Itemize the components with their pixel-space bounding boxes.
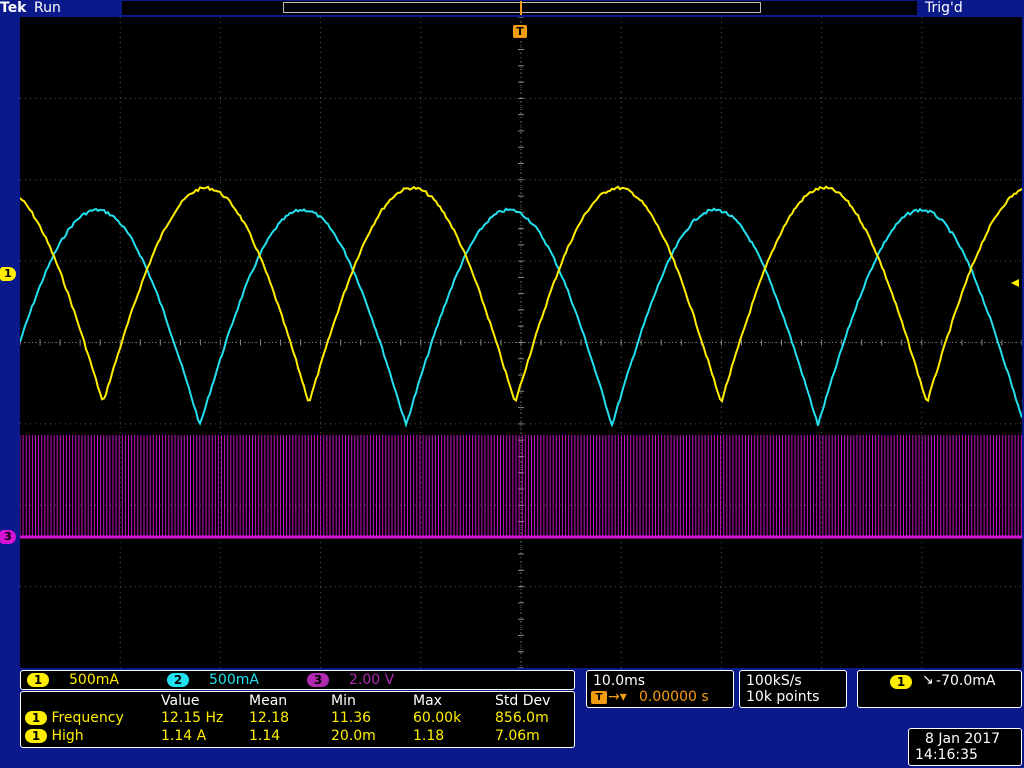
ch2-badge[interactable]: 2 [167, 673, 189, 687]
meas-mean: 12.18 [249, 710, 290, 726]
measurements-panel: Value Mean Min Max Std Dev 1 Frequency 1… [20, 691, 575, 748]
record-length: 10k points [746, 689, 820, 705]
measurement-row-high[interactable]: 1 High 1.14 A 1.14 20.0m 1.18 7.06m [25, 727, 571, 745]
ch1-badge[interactable]: 1 [27, 673, 49, 687]
measurement-row-frequency[interactable]: 1 Frequency 12.15 Hz 12.18 11.36 60.00k … [25, 709, 571, 727]
trigger-status: Trig'd [925, 0, 963, 16]
trigger-position-marker[interactable]: T [513, 25, 527, 38]
trigger-level: -70.0mA [936, 673, 996, 689]
meas-max: 60.00k [413, 710, 462, 726]
trigger-level-arrow-icon [1011, 279, 1019, 287]
acquisition-panel[interactable]: 100kS/s 10k points [739, 670, 847, 708]
meas-source-badge: 1 [25, 729, 47, 743]
waveform-area [20, 185, 1022, 539]
record-view-window[interactable] [283, 2, 761, 13]
status-bar: Tek Run Trig'd [0, 0, 1024, 17]
meas-name: High [51, 728, 84, 744]
ch3-pulse-train [20, 435, 1022, 537]
horizontal-scale: 10.0ms [593, 673, 646, 689]
meas-std: 856.0m [495, 710, 549, 726]
trigger-panel[interactable]: 1 ↘ -70.0mA [857, 670, 1022, 708]
col-mean: Mean [249, 693, 288, 709]
col-value: Value [161, 693, 200, 709]
trigger-delay-icon: T [591, 691, 607, 704]
ch1-trace [20, 185, 1022, 404]
channel-scales-panel: 1 500mA 2 500mA 3 2.00 V [20, 670, 575, 690]
meas-max: 1.18 [413, 728, 445, 744]
meas-std: 7.06m [495, 728, 540, 744]
ch1-scale[interactable]: 500mA [69, 672, 119, 688]
ch3-scale[interactable]: 2.00 V [349, 672, 394, 688]
ch3-ground-marker[interactable]: 3 [0, 530, 16, 544]
delay-arrow-icon: →▾ [608, 689, 627, 705]
meas-mean: 1.14 [249, 728, 281, 744]
datetime-panel: 8 Jan 2017 14:16:35 [908, 728, 1022, 766]
col-std-dev: Std Dev [495, 693, 551, 709]
horizontal-position: 0.00000 s [639, 689, 709, 705]
meas-source-badge: 1 [25, 711, 47, 725]
ch1-ground-marker[interactable]: 1 [0, 267, 16, 281]
meas-min: 11.36 [331, 710, 372, 726]
trigger-source-badge: 1 [890, 675, 912, 689]
falling-edge-icon: ↘ [922, 672, 934, 688]
date: 8 Jan 2017 [925, 731, 1001, 747]
meas-name: Frequency [51, 710, 124, 726]
meas-min: 20.0m [331, 728, 376, 744]
meas-value: 12.15 Hz [161, 710, 224, 726]
sample-rate: 100kS/s [746, 673, 802, 689]
brand-logo: Tek [0, 0, 27, 16]
ch2-scale[interactable]: 500mA [209, 672, 259, 688]
col-max: Max [413, 693, 442, 709]
timebase-panel[interactable]: 10.0ms T →▾ 0.00000 s [586, 670, 734, 708]
trigger-position-line [520, 1, 522, 15]
meas-value: 1.14 A [161, 728, 207, 744]
ch3-badge[interactable]: 3 [307, 673, 329, 687]
time: 14:16:35 [915, 747, 978, 763]
run-state: Run [34, 0, 61, 16]
col-min: Min [331, 693, 356, 709]
